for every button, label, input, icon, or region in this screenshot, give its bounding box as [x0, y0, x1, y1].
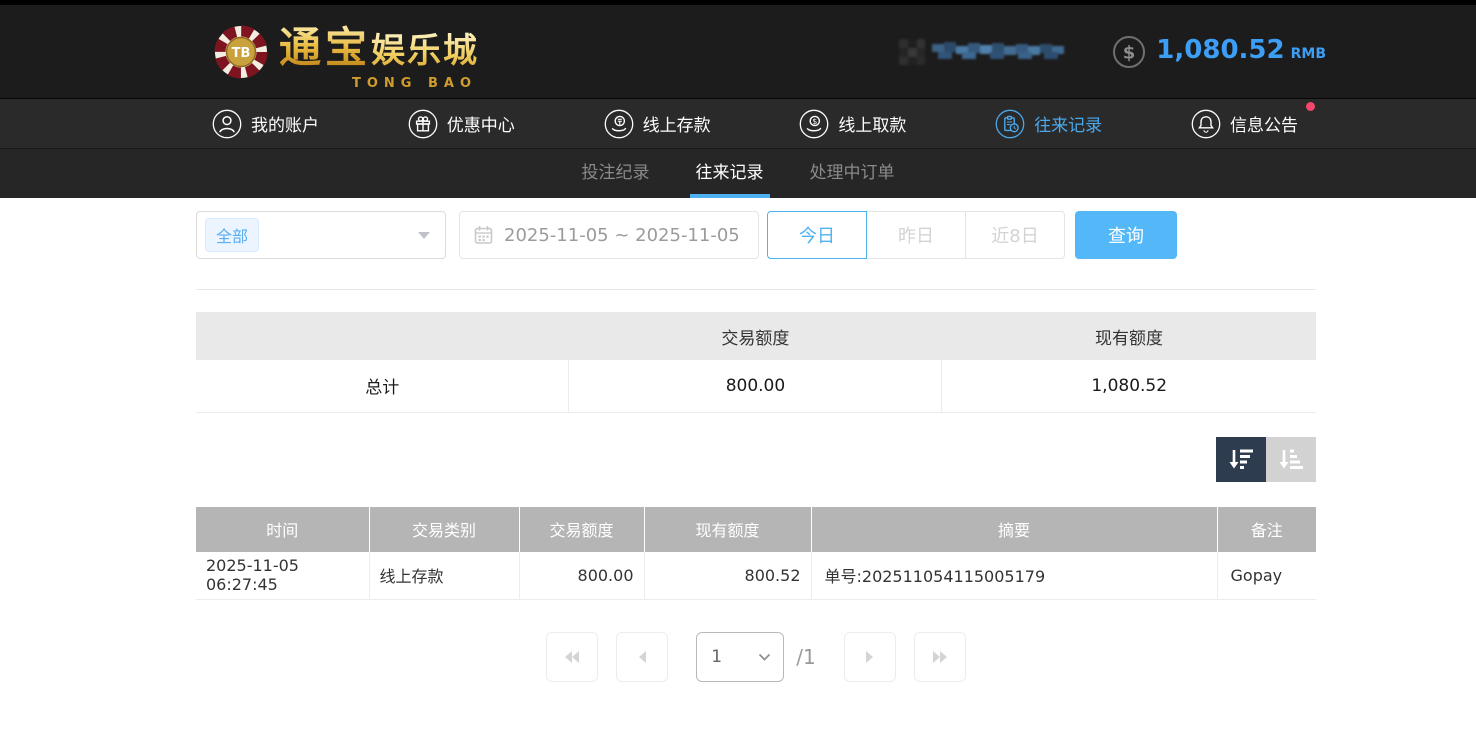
summary-header-empty [196, 312, 569, 360]
chevron-down-icon [418, 232, 430, 239]
sort-controls [196, 437, 1316, 482]
nav-item-promotions[interactable]: 优惠中心 [408, 109, 515, 139]
cell-amount: 800.00 [519, 552, 644, 600]
next-page-button[interactable] [844, 632, 896, 682]
clipboard-clock-icon [995, 109, 1025, 139]
col-header-balance: 现有额度 [644, 507, 811, 552]
last-page-button[interactable] [914, 632, 966, 682]
balance-display[interactable]: $ 1,080.52 RMB [1112, 35, 1326, 69]
user-block[interactable] [899, 39, 1064, 65]
nav-item-announcements[interactable]: 信息公告 [1191, 109, 1298, 139]
brand-name-en: TONG BAO [352, 76, 477, 91]
logo-text: 通宝娱乐城 TONG BAO [279, 14, 479, 89]
records-table: 时间 交易类别 交易额度 现有额度 摘要 备注 2025-11-05 06:27… [196, 507, 1316, 601]
sort-ascending-button[interactable] [1266, 437, 1316, 482]
summary-transaction-total: 800.00 [569, 360, 942, 412]
nav-item-deposit[interactable]: 线上存款 [604, 109, 711, 139]
summary-header-transaction: 交易额度 [569, 312, 942, 360]
page-select-value: 1 [711, 647, 722, 667]
type-select-dropdown[interactable]: 全部 [196, 211, 446, 259]
date-range-value: 2025-11-05 ~ 2025-11-05 [504, 225, 740, 246]
col-header-type: 交易类别 [369, 507, 519, 552]
page-total-label: /1 [796, 645, 815, 669]
page-select[interactable]: 1 [696, 632, 784, 682]
col-header-amount: 交易额度 [519, 507, 644, 552]
user-avatar-redacted [899, 39, 925, 65]
svg-text:$: $ [813, 117, 818, 126]
dollar-coin-icon: $ [1112, 35, 1146, 69]
username-redacted [932, 40, 1064, 64]
tab-betting-records[interactable]: 投注纪录 [579, 149, 653, 198]
calendar-icon [474, 225, 493, 245]
double-chevron-right-icon [930, 647, 950, 667]
previous-page-button[interactable] [616, 632, 668, 682]
brand-name-cn-secondary: 娱乐城 [371, 31, 479, 71]
site-header: TB 通宝娱乐城 TONG BAO [0, 5, 1476, 98]
svg-text:$: $ [1123, 42, 1136, 63]
nav-label: 往来记录 [1034, 111, 1102, 136]
chip-label: TB [232, 46, 251, 61]
filter-row: 全部 2025-11-05 ~ 2025-11-05 今日 昨日 近8日 查询 [196, 211, 1316, 259]
main-nav: 我的账户 优惠中心 线上存款 $ 线上取款 [0, 98, 1476, 148]
summary-table: 交易额度 现有额度 总计 800.00 1,080.52 [196, 312, 1316, 413]
notification-dot [1306, 102, 1315, 111]
nav-label: 线上取款 [838, 111, 906, 136]
cell-note: Gopay [1217, 552, 1316, 600]
cell-balance: 800.52 [644, 552, 811, 600]
nav-label: 线上存款 [643, 111, 711, 136]
bell-icon [1191, 109, 1221, 139]
sub-tab-bar: 投注纪录 往来记录 处理中订单 [0, 148, 1476, 198]
col-header-note: 备注 [1217, 507, 1316, 552]
col-header-time: 时间 [196, 507, 369, 552]
chevron-down-icon [758, 653, 771, 662]
table-row: 2025-11-05 06:27:45 线上存款 800.00 800.52 单… [196, 552, 1316, 600]
tab-transaction-records[interactable]: 往来记录 [693, 149, 767, 198]
chevron-right-icon [863, 647, 877, 667]
hand-dollar-icon: $ [799, 109, 829, 139]
summary-row-label: 总计 [196, 360, 569, 412]
sort-descending-button[interactable] [1216, 437, 1266, 482]
tab-pending-orders[interactable]: 处理中订单 [807, 149, 898, 198]
summary-balance-total: 1,080.52 [942, 360, 1316, 412]
user-icon [212, 109, 242, 139]
search-button[interactable]: 查询 [1075, 211, 1177, 259]
date-range-input[interactable]: 2025-11-05 ~ 2025-11-05 [459, 211, 759, 259]
quick-btn-last8days[interactable]: 近8日 [965, 211, 1065, 259]
main-content: 全部 2025-11-05 ~ 2025-11-05 今日 昨日 近8日 查询 [196, 211, 1316, 682]
quick-date-group: 今日 昨日 近8日 [767, 211, 1065, 259]
double-chevron-left-icon [562, 647, 582, 667]
col-header-summary: 摘要 [811, 507, 1217, 552]
nav-label: 信息公告 [1230, 111, 1298, 136]
cell-time: 2025-11-05 06:27:45 [196, 552, 369, 600]
nav-item-transaction-records[interactable]: 往来记录 [995, 109, 1102, 139]
section-divider [196, 289, 1316, 290]
nav-item-my-account[interactable]: 我的账户 [212, 109, 319, 139]
type-select-value: 全部 [205, 218, 259, 252]
balance-amount: 1,080.52 [1156, 35, 1284, 65]
pagination: 1 /1 [196, 632, 1316, 682]
nav-label: 优惠中心 [447, 111, 515, 136]
nav-item-withdraw[interactable]: $ 线上取款 [799, 109, 906, 139]
sort-descending-icon [1227, 447, 1255, 471]
poker-chip-icon: TB [213, 24, 269, 80]
site-logo[interactable]: TB 通宝娱乐城 TONG BAO [213, 14, 479, 89]
quick-btn-today[interactable]: 今日 [767, 211, 867, 259]
chevron-left-icon [635, 647, 649, 667]
first-page-button[interactable] [546, 632, 598, 682]
sort-ascending-icon [1277, 447, 1305, 471]
quick-btn-yesterday[interactable]: 昨日 [866, 211, 966, 259]
summary-header-balance: 现有额度 [942, 312, 1316, 360]
hand-coin-icon [604, 109, 634, 139]
cell-type: 线上存款 [369, 552, 519, 600]
nav-label: 我的账户 [251, 111, 319, 136]
header-right: $ 1,080.52 RMB [899, 35, 1326, 69]
gift-icon [408, 109, 438, 139]
cell-summary: 单号:202511054115005179 [811, 552, 1217, 600]
summary-row: 总计 800.00 1,080.52 [196, 360, 1316, 412]
brand-name-cn-primary: 通宝 [279, 23, 371, 72]
balance-currency: RMB [1291, 46, 1326, 62]
